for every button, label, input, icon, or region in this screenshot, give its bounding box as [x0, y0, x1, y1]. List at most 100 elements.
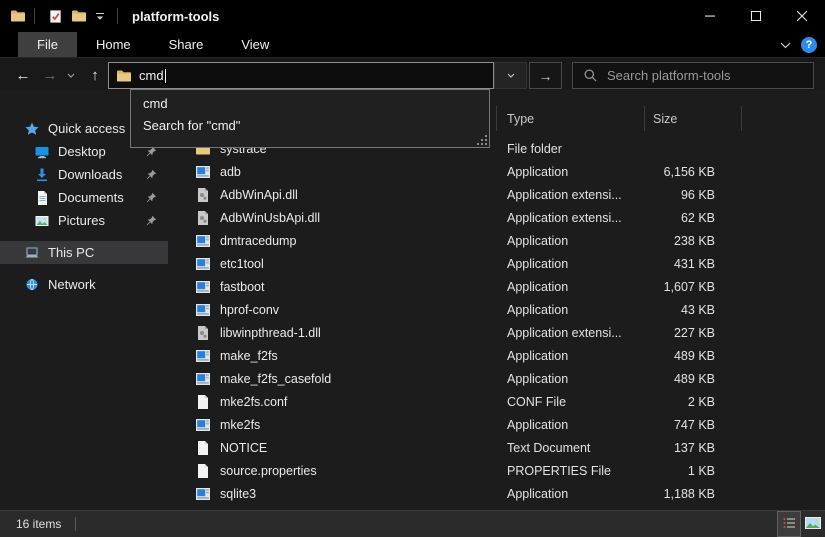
- window-folder-icon: [10, 8, 26, 24]
- application-icon: [195, 279, 211, 295]
- file-type-cell: Application extensi...: [497, 326, 645, 340]
- file-name-cell: mke2fs: [168, 417, 497, 433]
- tab-view[interactable]: View: [222, 32, 288, 57]
- column-header-type[interactable]: Type: [497, 106, 645, 131]
- table-row[interactable]: NOTICEText Document137 KB: [168, 436, 825, 459]
- help-button[interactable]: ?: [801, 37, 817, 53]
- table-row[interactable]: adbApplication6,156 KB: [168, 160, 825, 183]
- file-name-cell: adb: [168, 164, 497, 180]
- application-icon: [195, 164, 211, 180]
- sidebar-item-label: Downloads: [58, 167, 122, 182]
- application-icon: [195, 348, 211, 364]
- tab-home[interactable]: Home: [77, 32, 150, 57]
- new-folder-icon: [71, 8, 87, 24]
- sidebar-item-documents[interactable]: Documents: [0, 186, 168, 209]
- file-name: fastboot: [220, 280, 264, 294]
- application-icon: [195, 486, 211, 502]
- ribbon-collapse-button[interactable]: [780, 36, 791, 54]
- sidebar-item-this-pc[interactable]: This PC: [0, 241, 168, 264]
- tab-file[interactable]: File: [18, 32, 77, 57]
- table-row[interactable]: dmtracedumpApplication238 KB: [168, 229, 825, 252]
- search-input[interactable]: Search platform-tools: [572, 62, 814, 89]
- qat-properties-button[interactable]: [43, 4, 67, 28]
- minimize-button[interactable]: [687, 0, 733, 32]
- file-type-cell: Application: [497, 303, 645, 317]
- column-header-size[interactable]: Size: [645, 106, 742, 131]
- application-icon: [195, 302, 211, 318]
- table-row[interactable]: sqlite3Application1,188 KB: [168, 482, 825, 505]
- table-row[interactable]: AdbWinUsbApi.dllApplication extensi...62…: [168, 206, 825, 229]
- up-button[interactable]: ↑: [82, 62, 108, 88]
- close-icon: [794, 8, 810, 24]
- file-name: mke2fs.conf: [220, 395, 287, 409]
- table-row[interactable]: etc1toolApplication431 KB: [168, 252, 825, 275]
- file-name: AdbWinUsbApi.dll: [220, 211, 320, 225]
- table-row[interactable]: mke2fsApplication747 KB: [168, 413, 825, 436]
- table-row[interactable]: make_f2fs_casefoldApplication489 KB: [168, 367, 825, 390]
- column-header-size-label: Size: [653, 112, 677, 126]
- file-type-cell: CONF File: [497, 395, 645, 409]
- document-icon: [195, 463, 211, 479]
- close-button[interactable]: [779, 0, 825, 32]
- address-dropdown-button[interactable]: [494, 62, 527, 89]
- go-button[interactable]: →: [529, 62, 562, 89]
- table-row[interactable]: mke2fs.conf CONF File2 KB: [168, 390, 825, 413]
- file-type-cell: PROPERTIES File: [497, 464, 645, 478]
- tab-share[interactable]: Share: [150, 32, 223, 57]
- qat-new-folder-button[interactable]: [67, 4, 91, 28]
- file-name-cell: make_f2fs: [168, 348, 497, 364]
- details-view-icon: [783, 517, 796, 532]
- file-size-cell: 431 KB: [645, 257, 742, 271]
- file-size-cell: 62 KB: [645, 211, 742, 225]
- search-placeholder: Search platform-tools: [607, 68, 731, 83]
- application-icon: [195, 417, 211, 433]
- network-icon: [24, 277, 40, 293]
- dropdown-resize-grip[interactable]: [477, 135, 487, 145]
- sidebar-item-label: Network: [48, 277, 96, 292]
- table-row[interactable]: source.propertiesPROPERTIES File1 KB: [168, 459, 825, 482]
- file-name-cell: dmtracedump: [168, 233, 497, 249]
- back-button[interactable]: ←: [10, 62, 36, 88]
- file-size-cell: 137 KB: [645, 441, 742, 455]
- address-suggestion-item[interactable]: cmd: [131, 93, 489, 115]
- ribbon-tab-bar: FileHomeShareView ?: [0, 32, 825, 58]
- address-bar-input[interactable]: cmd: [108, 62, 494, 89]
- file-size-cell: 96 KB: [645, 188, 742, 202]
- table-row[interactable]: fastbootApplication1,607 KB: [168, 275, 825, 298]
- file-name-cell: make_f2fs_casefold: [168, 371, 497, 387]
- table-row[interactable]: libwinpthread-1.dllApplication extensi..…: [168, 321, 825, 344]
- file-size-cell: 6,156 KB: [645, 165, 742, 179]
- pictures-icon: [34, 213, 50, 229]
- address-suggestion-item[interactable]: Search for "cmd": [131, 115, 489, 137]
- text-caret: [165, 69, 166, 83]
- file-size-cell: 2 KB: [645, 395, 742, 409]
- table-row[interactable]: make_f2fsApplication489 KB: [168, 344, 825, 367]
- table-row[interactable]: hprof-convApplication43 KB: [168, 298, 825, 321]
- file-name-cell: libwinpthread-1.dll: [168, 325, 497, 341]
- file-name-cell: sqlite3: [168, 486, 497, 502]
- file-type-cell: Application: [497, 234, 645, 248]
- table-row[interactable]: AdbWinApi.dllApplication extensi...96 KB: [168, 183, 825, 206]
- recent-locations-button[interactable]: [62, 62, 80, 88]
- qat-dropdown-icon: [92, 8, 108, 24]
- sidebar-item-label: Documents: [58, 190, 124, 205]
- file-type-cell: Application: [497, 165, 645, 179]
- maximize-button[interactable]: [733, 0, 779, 32]
- dll-icon: [195, 325, 211, 341]
- sidebar-item-label: Desktop: [58, 144, 106, 159]
- sidebar-item-label: Quick access: [48, 121, 125, 136]
- file-name-cell: AdbWinUsbApi.dll: [168, 210, 497, 226]
- file-size-cell: 1,188 KB: [645, 487, 742, 501]
- sidebar-item-pictures[interactable]: Pictures: [0, 209, 168, 232]
- application-icon: [195, 256, 211, 272]
- details-view-button[interactable]: [777, 511, 801, 537]
- sidebar-item-network[interactable]: Network: [0, 273, 168, 296]
- thumbnails-view-icon: [805, 517, 821, 532]
- sidebar-item-downloads[interactable]: Downloads: [0, 163, 168, 186]
- sidebar-gap: [0, 264, 168, 273]
- file-name-cell: AdbWinApi.dll: [168, 187, 497, 203]
- qat-customize-button[interactable]: [91, 4, 109, 28]
- thumbnails-view-button[interactable]: [801, 511, 825, 537]
- forward-button[interactable]: →: [37, 62, 63, 88]
- file-name: dmtracedump: [220, 234, 296, 248]
